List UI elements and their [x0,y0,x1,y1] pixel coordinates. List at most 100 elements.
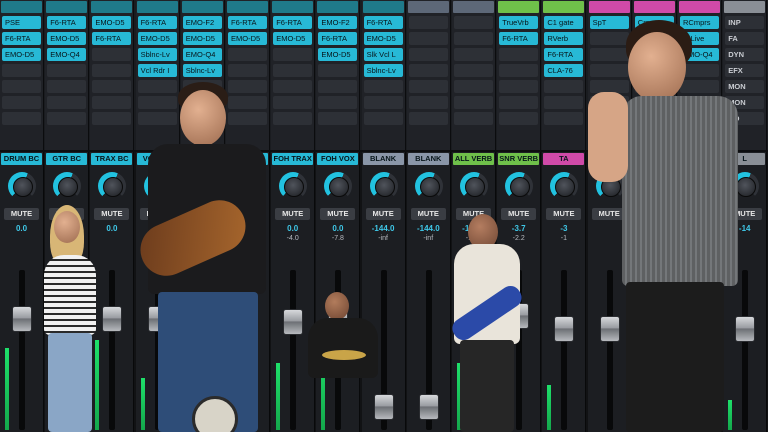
mute-button[interactable]: MUTE [727,208,763,220]
plugin-slot[interactable]: INP [725,16,765,29]
plugin-slot[interactable] [589,32,629,45]
plugin-slot[interactable] [137,112,177,125]
rack-column-header[interactable] [272,1,314,13]
channel-name[interactable] [588,153,630,165]
plugin-slot[interactable] [228,112,267,125]
plugin-slot[interactable] [363,112,403,125]
mute-button[interactable]: MUTE [636,208,672,220]
fader-handle[interactable] [644,315,665,342]
fader-handle[interactable] [192,306,213,333]
plugin-slot[interactable] [408,64,448,77]
mute-button[interactable]: MUTE [365,208,401,220]
mute-button[interactable]: MUTE [682,208,717,220]
pan-knob[interactable] [8,172,36,200]
plugin-slot[interactable] [589,80,629,93]
plugin-slot[interactable]: RO [725,112,765,125]
plugin-slot[interactable] [454,96,493,109]
rack-column-header[interactable] [1,1,42,13]
plugin-slot[interactable]: MON [725,96,765,109]
plugin-slot[interactable] [2,80,41,93]
fader-handle[interactable] [418,393,439,420]
plugin-slot[interactable] [182,112,222,125]
pan-knob[interactable] [731,172,760,200]
plugin-slot[interactable] [589,96,629,109]
mute-button[interactable]: MUTE [320,208,356,220]
plugin-slot[interactable] [634,64,674,77]
channel-name[interactable]: TRAX BC [91,153,133,165]
plugin-slot[interactable]: EFX [725,64,765,77]
rack-column-header[interactable] [46,1,88,13]
plugin-slot[interactable]: F6-RTA [363,16,403,29]
rack-column-header[interactable] [498,1,540,13]
rack-column-header[interactable] [453,1,494,13]
plugin-slot[interactable] [454,32,493,45]
plugin-slot[interactable] [318,64,358,77]
plugin-slot[interactable] [589,48,629,61]
plugin-slot[interactable] [92,80,132,93]
plugin-slot[interactable] [273,48,313,61]
plugin-slot[interactable] [182,96,222,109]
rack-column-header[interactable] [407,1,449,13]
pan-knob[interactable] [550,172,579,200]
plugin-slot[interactable] [47,64,87,77]
plugin-slot[interactable] [454,16,493,29]
plugin-slot[interactable] [318,80,358,93]
channel-name[interactable]: VOX BC [136,153,178,165]
plugin-slot[interactable] [680,96,719,109]
plugin-slot[interactable]: F6-RTA [544,48,584,61]
fader-handle[interactable] [12,306,32,333]
plugin-slot[interactable]: EMO-F2 [318,16,358,29]
plugin-slot[interactable] [544,112,584,125]
rack-column-header[interactable] [181,1,223,13]
plugin-slot[interactable]: PSE [2,16,41,29]
pan-knob[interactable] [188,172,217,200]
fader-handle[interactable] [599,315,620,342]
channel-name[interactable]: GTR BC [46,153,88,165]
fader-handle[interactable] [690,315,710,342]
fader-handle[interactable] [735,315,756,342]
rack-column-header[interactable] [91,1,133,13]
plugin-slot[interactable]: EMO-D5 [137,32,177,45]
channel-name[interactable]: L [724,153,766,165]
channel-name[interactable]: SNR VERB [498,153,540,165]
rack-column-header[interactable] [679,1,720,13]
plugin-slot[interactable]: TrueVrb [499,16,539,29]
plugin-slot[interactable] [499,64,539,77]
rack-column-header[interactable] [633,1,675,13]
pan-knob[interactable] [98,172,127,200]
mute-button[interactable]: MUTE [591,208,627,220]
plugin-slot[interactable] [499,80,539,93]
mute-button[interactable]: MUTE [410,208,446,220]
plugin-slot[interactable] [454,64,493,77]
plugin-slot[interactable]: EMO-D5 [47,32,87,45]
rack-column-header[interactable] [724,1,766,13]
plugin-slot[interactable]: RVerb [544,32,584,45]
plugin-slot[interactable] [634,112,674,125]
plugin-slot[interactable]: EMO-D5 [92,16,132,29]
plugin-slot[interactable] [92,96,132,109]
plugin-slot[interactable]: C1 gate [544,16,584,29]
fader-handle[interactable] [464,387,484,413]
plugin-slot[interactable] [273,64,313,77]
plugin-slot[interactable] [454,112,493,125]
plugin-slot[interactable]: F6-RTA [318,32,358,45]
plugin-slot[interactable] [273,80,313,93]
mute-button[interactable]: MUTE [49,208,85,220]
plugin-slot[interactable] [408,112,448,125]
plugin-slot[interactable] [680,64,719,77]
pan-knob[interactable] [414,172,443,200]
plugin-slot[interactable] [228,64,267,77]
fader-handle[interactable] [102,306,123,333]
plugin-slot[interactable] [2,112,41,125]
plugin-slot[interactable]: EMO-D5 [228,32,267,45]
mute-button[interactable]: MUTE [230,208,265,220]
channel-name[interactable]: BLANK [362,153,404,165]
plugin-slot[interactable]: F6-RTA [137,16,177,29]
plugin-slot[interactable] [589,112,629,125]
pan-knob[interactable] [460,172,488,200]
pan-knob[interactable] [234,172,262,200]
plugin-slot[interactable] [273,96,313,109]
plugin-slot[interactable]: EMO-D5 [363,32,403,45]
mute-button[interactable]: MUTE [4,208,39,220]
plugin-slot[interactable]: F6-RTA [273,16,313,29]
